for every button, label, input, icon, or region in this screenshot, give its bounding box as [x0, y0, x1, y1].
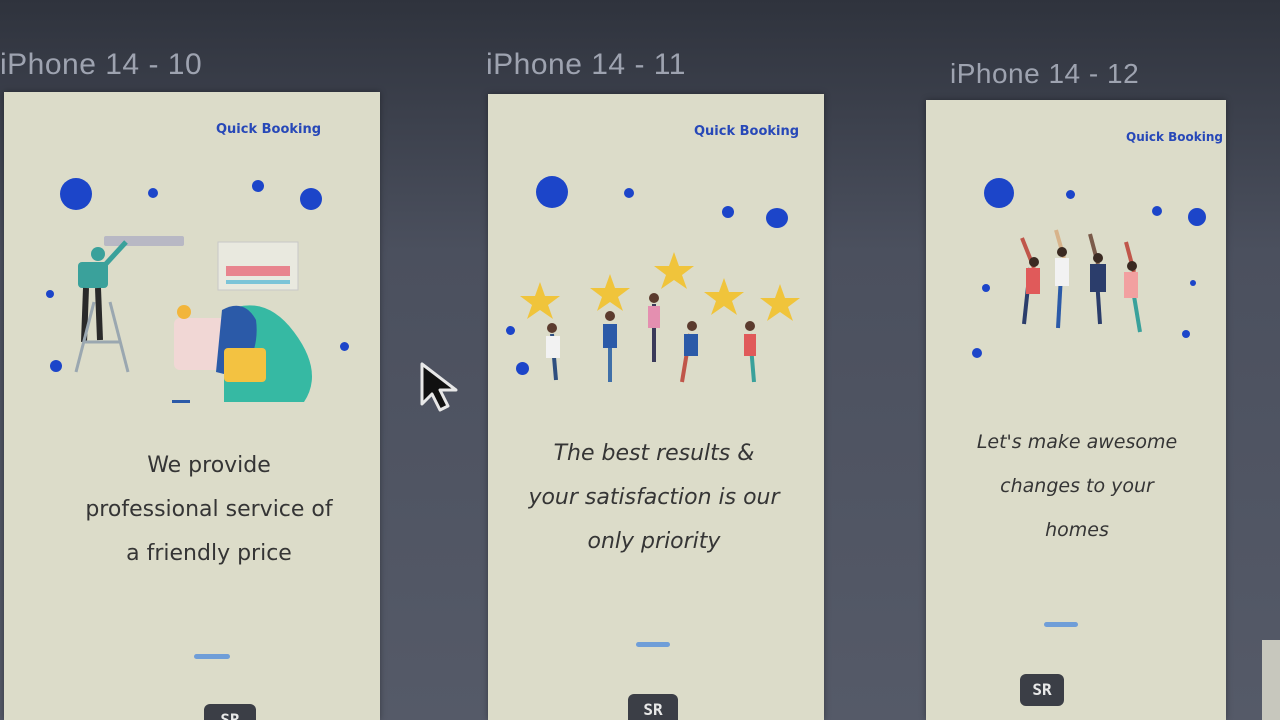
decor-dot: [1190, 280, 1196, 286]
decor-dot: [60, 178, 92, 210]
page-indicator: [636, 642, 670, 647]
decor-dot: [50, 360, 62, 372]
decor-dot: [982, 284, 990, 292]
decor-dot: [1066, 190, 1075, 199]
decor-dot: [340, 342, 349, 351]
tagline-line: your satisfaction is our: [528, 485, 780, 510]
decor-dot: [46, 290, 54, 298]
decor-dot: [984, 178, 1014, 208]
page-indicator: [194, 654, 230, 659]
tagline-line: homes: [1045, 519, 1109, 541]
app-logo: SR: [628, 694, 678, 720]
app-logo: SR: [204, 704, 256, 720]
decor-dot: [722, 206, 734, 218]
mouse-pointer-icon: [420, 362, 458, 412]
decor-dot: [972, 348, 982, 358]
brand-title: Quick Booking: [1126, 130, 1223, 144]
decor-dot: [300, 188, 322, 210]
app-logo: SR: [1020, 674, 1064, 706]
decor-dot: [1188, 208, 1206, 226]
technician-and-woman-illustration: [74, 236, 312, 403]
frame-label-iphone-14-11[interactable]: iPhone 14 - 11: [486, 48, 686, 82]
tagline-line: Let's make awesome: [976, 431, 1178, 453]
next-frame-edge: [1262, 640, 1280, 720]
frame-label-iphone-14-10[interactable]: iPhone 14 - 10: [0, 48, 202, 82]
tagline-line: a friendly price: [126, 541, 292, 566]
people-holding-stars-illustration: [520, 252, 800, 383]
decor-dot: [252, 180, 264, 192]
frame-iphone-14-11[interactable]: Quick Booking The best results & your sa…: [488, 94, 824, 720]
frame-label-iphone-14-12[interactable]: iPhone 14 - 12: [950, 58, 1139, 90]
onboarding-tagline: We provide professional service of a fri…: [24, 444, 380, 576]
frame-iphone-14-10[interactable]: Quick Booking We provide professional se…: [4, 92, 380, 720]
page-indicator: [1044, 622, 1078, 627]
decor-dot: [1152, 206, 1162, 216]
people-jumping-illustration: [1020, 229, 1142, 333]
decor-dot: [1182, 330, 1190, 338]
decor-dot: [624, 188, 634, 198]
tagline-line: changes to your: [1000, 475, 1154, 497]
decor-dot: [536, 176, 568, 208]
tagline-line: We provide: [147, 453, 271, 478]
frame-iphone-14-12[interactable]: Quick Booking Let's make awesome changes…: [926, 100, 1226, 720]
onboarding-tagline: The best results & your satisfaction is …: [488, 432, 820, 564]
brand-title: Quick Booking: [216, 122, 322, 137]
tagline-line: The best results &: [553, 441, 755, 466]
onboarding-tagline: Let's make awesome changes to your homes: [932, 420, 1222, 552]
decor-dot: [766, 208, 788, 228]
tagline-line: only priority: [587, 529, 721, 554]
brand-title: Quick Booking: [694, 124, 800, 139]
tagline-line: professional service of: [85, 497, 333, 522]
decor-dot: [148, 188, 158, 198]
